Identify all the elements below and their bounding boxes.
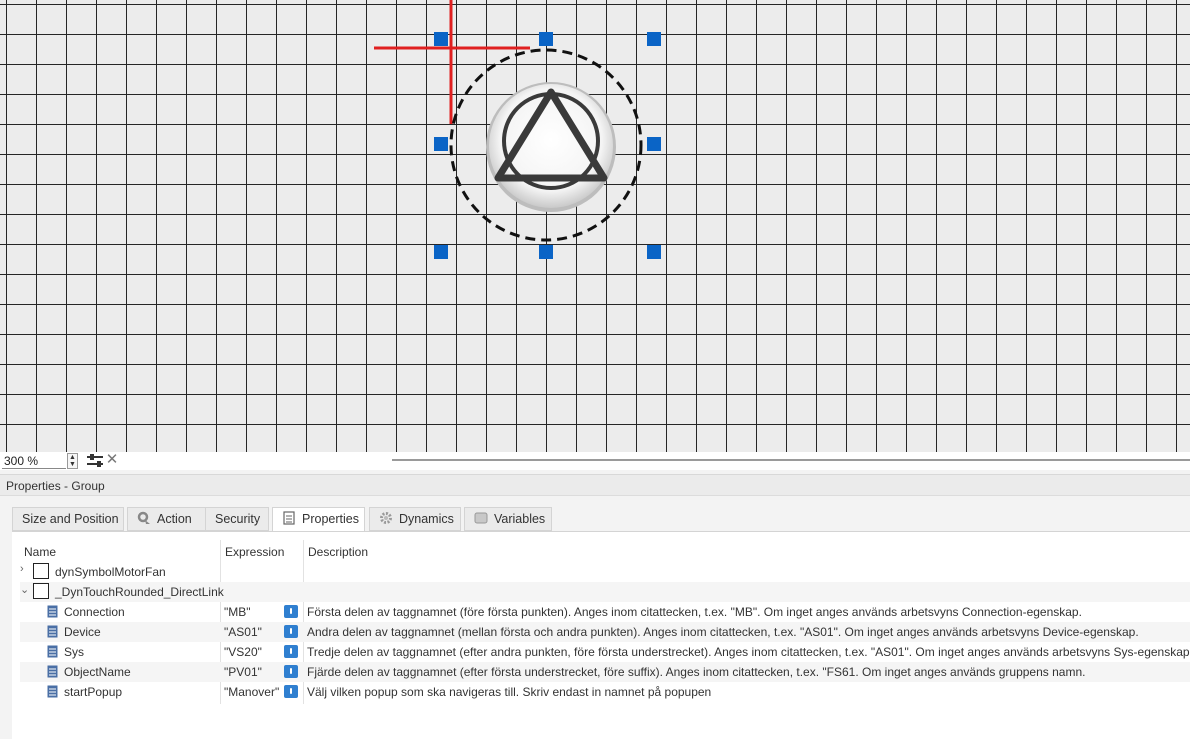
properties-panel: Properties - Group Size and Position Act…	[0, 470, 1190, 739]
tab-dynamics[interactable]: Dynamics	[369, 507, 461, 531]
property-doc-icon	[47, 605, 58, 618]
info-icon[interactable]	[284, 645, 298, 658]
tab-action[interactable]: Action	[127, 507, 211, 531]
info-icon[interactable]	[284, 665, 298, 678]
tab-label: Action	[157, 512, 192, 526]
group-row-dyntouchrounded[interactable]: ⌄ _DynTouchRounded_DirectLink	[20, 582, 1190, 602]
column-header-description[interactable]: Description	[308, 545, 368, 559]
gear-icon	[380, 512, 392, 524]
handle-bottom-left[interactable]	[434, 245, 448, 259]
tab-label: Security	[215, 512, 261, 526]
handle-top-center[interactable]	[539, 32, 553, 46]
property-name: startPopup	[64, 685, 123, 699]
handle-middle-right[interactable]	[647, 137, 661, 151]
chevron-down-icon[interactable]: ⌄	[20, 583, 29, 596]
property-description: Första delen av taggnamnet (före första …	[307, 605, 1082, 619]
design-canvas[interactable]	[0, 0, 1190, 452]
property-description: Fjärde delen av taggnamnet (efter första…	[307, 665, 1086, 679]
horizontal-scrollbar[interactable]	[392, 459, 1190, 461]
column-header-expression[interactable]: Expression	[225, 545, 284, 559]
property-name: Sys	[64, 645, 85, 659]
table-row[interactable]: Sys "VS20" Tredje delen av taggnamnet (e…	[20, 642, 1190, 662]
property-doc-icon	[47, 685, 58, 698]
column-header-name[interactable]: Name	[24, 545, 56, 559]
property-doc-icon	[47, 665, 58, 678]
group-name: _DynTouchRounded_DirectLink	[55, 585, 224, 599]
handle-top-left[interactable]	[434, 32, 448, 46]
group-name: dynSymbolMotorFan	[55, 565, 166, 579]
link-arrow-icon	[33, 563, 49, 579]
property-doc-icon	[47, 645, 58, 658]
table-row[interactable]: Device "AS01" Andra delen av taggnamnet …	[20, 622, 1190, 642]
canvas-drawing[interactable]	[0, 0, 1190, 452]
info-icon[interactable]	[284, 625, 298, 638]
properties-grid: Name Expression Description › dynSymbolM…	[12, 531, 1190, 739]
tab-label: Dynamics	[399, 512, 454, 526]
tab-label: Variables	[494, 512, 546, 526]
handle-bottom-center[interactable]	[539, 245, 553, 259]
info-icon[interactable]	[284, 605, 298, 618]
handle-bottom-right[interactable]	[647, 245, 661, 259]
gear-arrow-icon	[137, 511, 150, 524]
tab-variables[interactable]: Variables	[464, 507, 552, 531]
tab-label: Size and Position	[22, 512, 119, 526]
table-icon	[474, 512, 488, 524]
tab-label: Properties	[302, 512, 359, 526]
property-description: Välj vilken popup som ska navigeras till…	[307, 685, 712, 699]
tab-size-and-position[interactable]: Size and Position	[12, 507, 124, 531]
zoom-bar: ▲▼ ✕	[0, 452, 1190, 470]
panel-title: Properties - Group	[6, 479, 105, 493]
tab-properties[interactable]: Properties	[272, 507, 365, 532]
table-row[interactable]: ObjectName "PV01" Fjärde delen av taggna…	[20, 662, 1190, 682]
zoom-spinner[interactable]: ▲ ▼	[67, 453, 78, 469]
table-row[interactable]: Connection "MB" Första delen av taggnamn…	[20, 602, 1190, 622]
property-description: Tredje delen av taggnamnet (efter andra …	[307, 645, 1190, 659]
touch-button-symbol[interactable]	[486, 82, 616, 212]
zoom-input[interactable]	[2, 453, 66, 469]
property-doc-icon	[47, 625, 58, 638]
table-row[interactable]: startPopup "Manover" Välj vilken popup s…	[20, 682, 1190, 702]
tab-security[interactable]: Security	[205, 507, 269, 531]
property-expression[interactable]: "PV01"	[224, 665, 262, 679]
handle-middle-left[interactable]	[434, 137, 448, 151]
info-icon[interactable]	[284, 685, 298, 698]
property-name: Device	[64, 625, 101, 639]
close-icon[interactable]: ✕	[105, 452, 119, 468]
panel-header: Properties - Group	[0, 474, 1190, 496]
property-name: ObjectName	[64, 665, 131, 679]
document-icon	[283, 511, 295, 525]
property-expression[interactable]: "AS01"	[224, 625, 262, 639]
group-row-dynsymbolmotorfan[interactable]: › dynSymbolMotorFan	[20, 562, 1190, 582]
property-name: Connection	[64, 605, 125, 619]
chevron-right-icon[interactable]: ›	[20, 563, 24, 575]
property-expression[interactable]: "MB"	[224, 605, 251, 619]
handle-top-right[interactable]	[647, 32, 661, 46]
property-expression[interactable]: "Manover"	[224, 685, 279, 699]
property-expression[interactable]: "VS20"	[224, 645, 262, 659]
property-description: Andra delen av taggnamnet (mellan första…	[307, 625, 1139, 639]
adjust-settings-icon[interactable]	[86, 454, 104, 468]
link-arrow-icon	[33, 583, 49, 599]
